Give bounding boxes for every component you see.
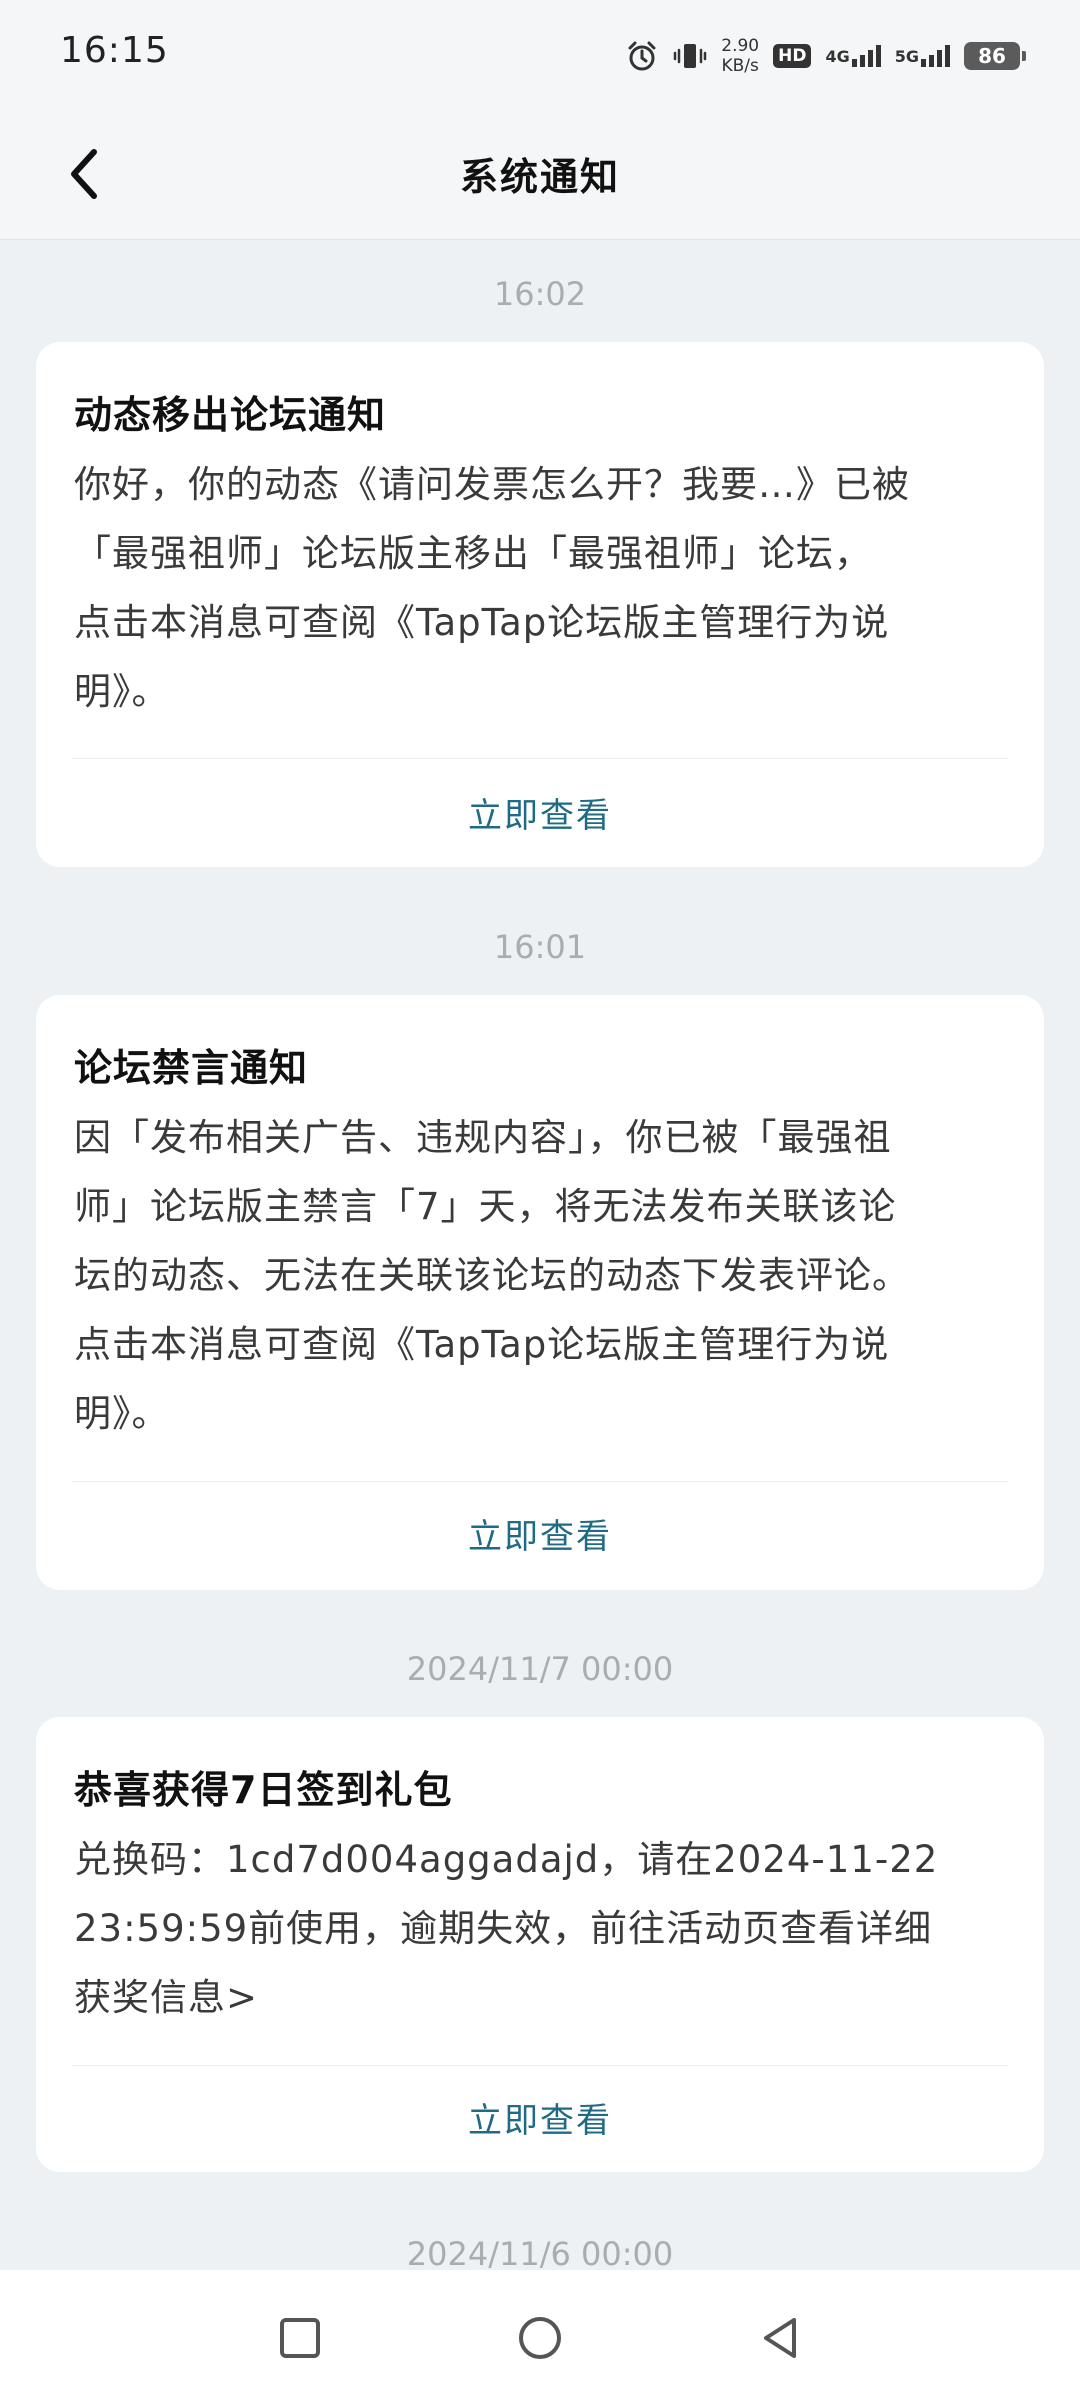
status-bar: 16:15 2.90 KB/s HD 4G 5G 86 — [0, 0, 1080, 108]
recents-button[interactable] — [260, 2298, 340, 2378]
notification-body-line: 23:59:59前使用，逾期失效，前往活动页查看详细 — [74, 1907, 933, 1950]
app-header: 系统通知 — [0, 108, 1080, 240]
back-triangle-icon — [764, 2318, 796, 2358]
signal-bars-icon — [921, 45, 950, 67]
card-divider — [72, 1481, 1008, 1482]
notification-card[interactable]: 恭喜获得7日签到礼包 兑换码：1cd7d004aggadajd，请在2024-1… — [36, 1717, 1044, 2172]
notification-body-line: 因「发布相关广告、违规内容」，你已被「最强祖 — [74, 1116, 892, 1159]
notification-body-line: 明》。 — [74, 1392, 170, 1435]
view-now-link[interactable]: 立即查看 — [36, 788, 1044, 837]
notification-body-line: 获奖信息> — [74, 1976, 259, 2019]
page-title: 系统通知 — [459, 155, 620, 199]
card-divider — [72, 2065, 1008, 2066]
network-speed: 2.90 KB/s — [721, 36, 759, 76]
notification-timestamp: 16:01 — [493, 928, 587, 966]
network-speed-unit: KB/s — [721, 56, 759, 76]
network-speed-value: 2.90 — [721, 36, 760, 56]
notification-card[interactable]: 论坛禁言通知 因「发布相关广告、违规内容」，你已被「最强祖 师」论坛版主禁言「7… — [36, 995, 1044, 1590]
signal-4g-label: 4G — [825, 46, 850, 66]
notification-timestamp: 2024/11/7 00:00 — [406, 1650, 674, 1688]
notification-body-line: 坛的动态、无法在关联该论坛的动态下发表评论。 — [74, 1254, 910, 1297]
battery-indicator: 86 — [964, 42, 1026, 70]
status-time: 16:15 — [60, 30, 169, 71]
hd-badge: HD — [773, 44, 812, 68]
notification-body-line: 「最强祖师」论坛版主移出「最强祖师」论坛， — [74, 532, 872, 575]
home-button[interactable] — [500, 2298, 580, 2378]
notification-title: 动态移出论坛通知 — [74, 393, 387, 437]
signal-5g: 5G — [895, 45, 950, 67]
notification-body-line: 点击本消息可查阅《TapTap论坛版主管理行为说 — [74, 601, 890, 644]
vibrate-icon — [673, 39, 707, 73]
view-now-link[interactable]: 立即查看 — [36, 1509, 1044, 1558]
signal-bars-icon — [851, 45, 881, 67]
notification-body-line: 兑换码：1cd7d004aggadajd，请在2024-11-22 — [74, 1838, 939, 1881]
notification-card[interactable]: 动态移出论坛通知 你好，你的动态《请问发票怎么开？我要…》已被 「最强祖师」论坛… — [36, 342, 1044, 867]
signal-5g-label: 5G — [894, 46, 919, 66]
notification-body-line: 点击本消息可查阅《TapTap论坛版主管理行为说 — [74, 1323, 890, 1366]
notification-body-line: 你好，你的动态《请问发票怎么开？我要…》已被 — [74, 463, 910, 506]
notification-body: 你好，你的动态《请问发票怎么开？我要…》已被 「最强祖师」论坛版主移出「最强祖师… — [74, 450, 1004, 726]
system-back-button[interactable] — [740, 2298, 820, 2378]
recents-square-icon — [280, 2318, 320, 2358]
notification-body-line: 师」论坛版主禁言「7」天，将无法发布关联该论 — [74, 1185, 897, 1228]
notification-title: 论坛禁言通知 — [74, 1046, 309, 1090]
notification-timestamp: 2024/11/6 00:00 — [406, 2235, 674, 2273]
system-nav-bar — [0, 2270, 1080, 2400]
signal-4g: 4G — [825, 45, 881, 67]
notifications-screen: 16:15 2.90 KB/s HD 4G 5G 86 系统通知 16:02 动… — [0, 0, 1080, 2400]
view-now-link[interactable]: 立即查看 — [36, 2093, 1044, 2142]
notification-body: 因「发布相关广告、违规内容」，你已被「最强祖 师」论坛版主禁言「7」天，将无法发… — [74, 1103, 1004, 1448]
card-divider — [72, 758, 1008, 759]
notification-body: 兑换码：1cd7d004aggadajd，请在2024-11-22 23:59:… — [74, 1825, 1004, 2032]
notification-timestamp: 16:02 — [493, 275, 587, 313]
notification-body-line: 明》。 — [74, 670, 170, 713]
alarm-icon — [625, 39, 659, 73]
home-circle-icon — [519, 2317, 561, 2359]
status-icons: 2.90 KB/s HD 4G 5G 86 — [625, 32, 1026, 80]
notification-title: 恭喜获得7日签到礼包 — [74, 1768, 453, 1812]
